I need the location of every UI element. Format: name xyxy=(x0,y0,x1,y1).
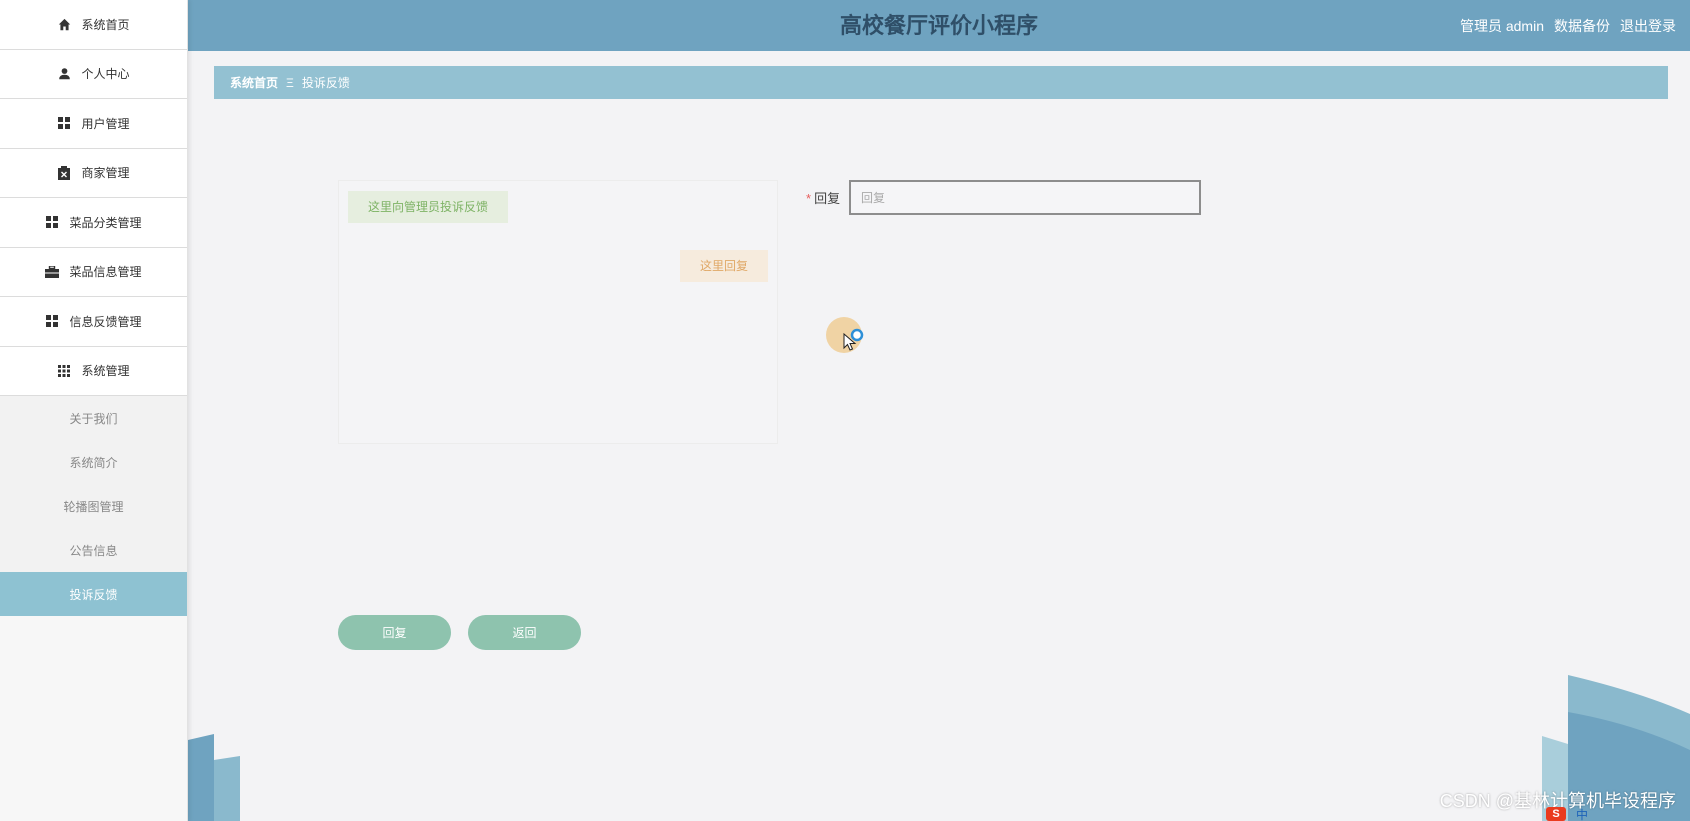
home-icon xyxy=(57,17,71,31)
sidebar-item-profile[interactable]: 个人中心 xyxy=(0,49,187,99)
reply-input[interactable] xyxy=(849,180,1201,215)
sidebar-item-home[interactable]: 系统首页 xyxy=(0,0,187,50)
grid-icon xyxy=(45,215,59,229)
sidebar-subitem-intro[interactable]: 系统简介 xyxy=(0,440,187,484)
sidebar-item-label: 用户管理 xyxy=(81,116,130,131)
apps-icon xyxy=(57,364,71,378)
sidebar-item-dish-category[interactable]: 菜品分类管理 xyxy=(0,198,187,248)
grid-icon xyxy=(57,116,71,130)
header-actions: 管理员 admin 数据备份 退出登录 xyxy=(1460,0,1676,51)
sidebar-item-label: 商家管理 xyxy=(81,166,130,181)
top-header: 高校餐厅评价小程序 管理员 admin 数据备份 退出登录 xyxy=(188,0,1690,51)
sidebar-item-label: 系统首页 xyxy=(81,17,130,32)
sidebar-item-label: 菜品分类管理 xyxy=(69,215,142,230)
breadcrumb-separator-icon: Ξ xyxy=(286,75,294,90)
sidebar-item-dish-info[interactable]: 菜品信息管理 xyxy=(0,247,187,297)
sidebar-item-label: 菜品信息管理 xyxy=(69,265,142,280)
backup-link[interactable]: 数据备份 xyxy=(1554,16,1610,36)
sidebar-item-feedback[interactable]: 信息反馈管理 xyxy=(0,297,187,347)
logout-link[interactable]: 退出登录 xyxy=(1620,16,1676,36)
back-button[interactable]: 返回 xyxy=(468,615,581,650)
user-role-label: 管理员 admin xyxy=(1459,17,1544,34)
reply-button[interactable]: 回复 xyxy=(338,615,451,650)
reply-message: 这里回复 xyxy=(679,250,768,282)
breadcrumb-current: 投诉反馈 xyxy=(301,76,350,90)
sidebar-subitem-complaint[interactable]: 投诉反馈 xyxy=(0,572,187,616)
ime-tray: S 中 xyxy=(1540,807,1690,821)
sidebar-subitem-notice[interactable]: 公告信息 xyxy=(0,528,187,572)
grid-icon xyxy=(45,314,59,328)
sidebar-item-label: 系统管理 xyxy=(81,364,130,379)
sidebar-subitem-about[interactable]: 关于我们 xyxy=(0,396,187,440)
required-mark: * xyxy=(806,191,812,206)
reply-label-text: 回复 xyxy=(814,191,841,206)
decor-wave-left xyxy=(188,734,240,821)
sidebar-item-merchants[interactable]: 商家管理 xyxy=(0,148,187,198)
chat-history: 这里向管理员投诉反馈 这里回复 xyxy=(338,180,778,444)
ime-mode[interactable]: 中 xyxy=(1576,806,1588,821)
sidebar-item-label: 信息反馈管理 xyxy=(69,314,142,329)
sidebar-subitem-carousel[interactable]: 轮播图管理 xyxy=(0,484,187,528)
sidebar-item-users[interactable]: 用户管理 xyxy=(0,99,187,149)
sidebar: 系统首页 个人中心 用户管理 商家管理 菜品分类管理 菜品信息管理 信息反馈管理… xyxy=(0,0,188,821)
sidebar-item-label: 个人中心 xyxy=(81,67,130,82)
ime-logo-icon[interactable]: S xyxy=(1546,807,1566,821)
breadcrumb-home[interactable]: 系统首页 xyxy=(230,74,278,91)
complaint-message: 这里向管理员投诉反馈 xyxy=(348,191,509,223)
breadcrumb: 系统首页 Ξ 投诉反馈 xyxy=(214,66,1668,99)
user-icon xyxy=(57,67,71,81)
clipboard-icon xyxy=(57,165,71,180)
mouse-cursor-icon xyxy=(843,328,864,351)
briefcase-icon xyxy=(45,265,60,279)
reply-label: * 回复 xyxy=(806,188,840,207)
sidebar-item-system[interactable]: 系统管理 xyxy=(0,346,187,396)
